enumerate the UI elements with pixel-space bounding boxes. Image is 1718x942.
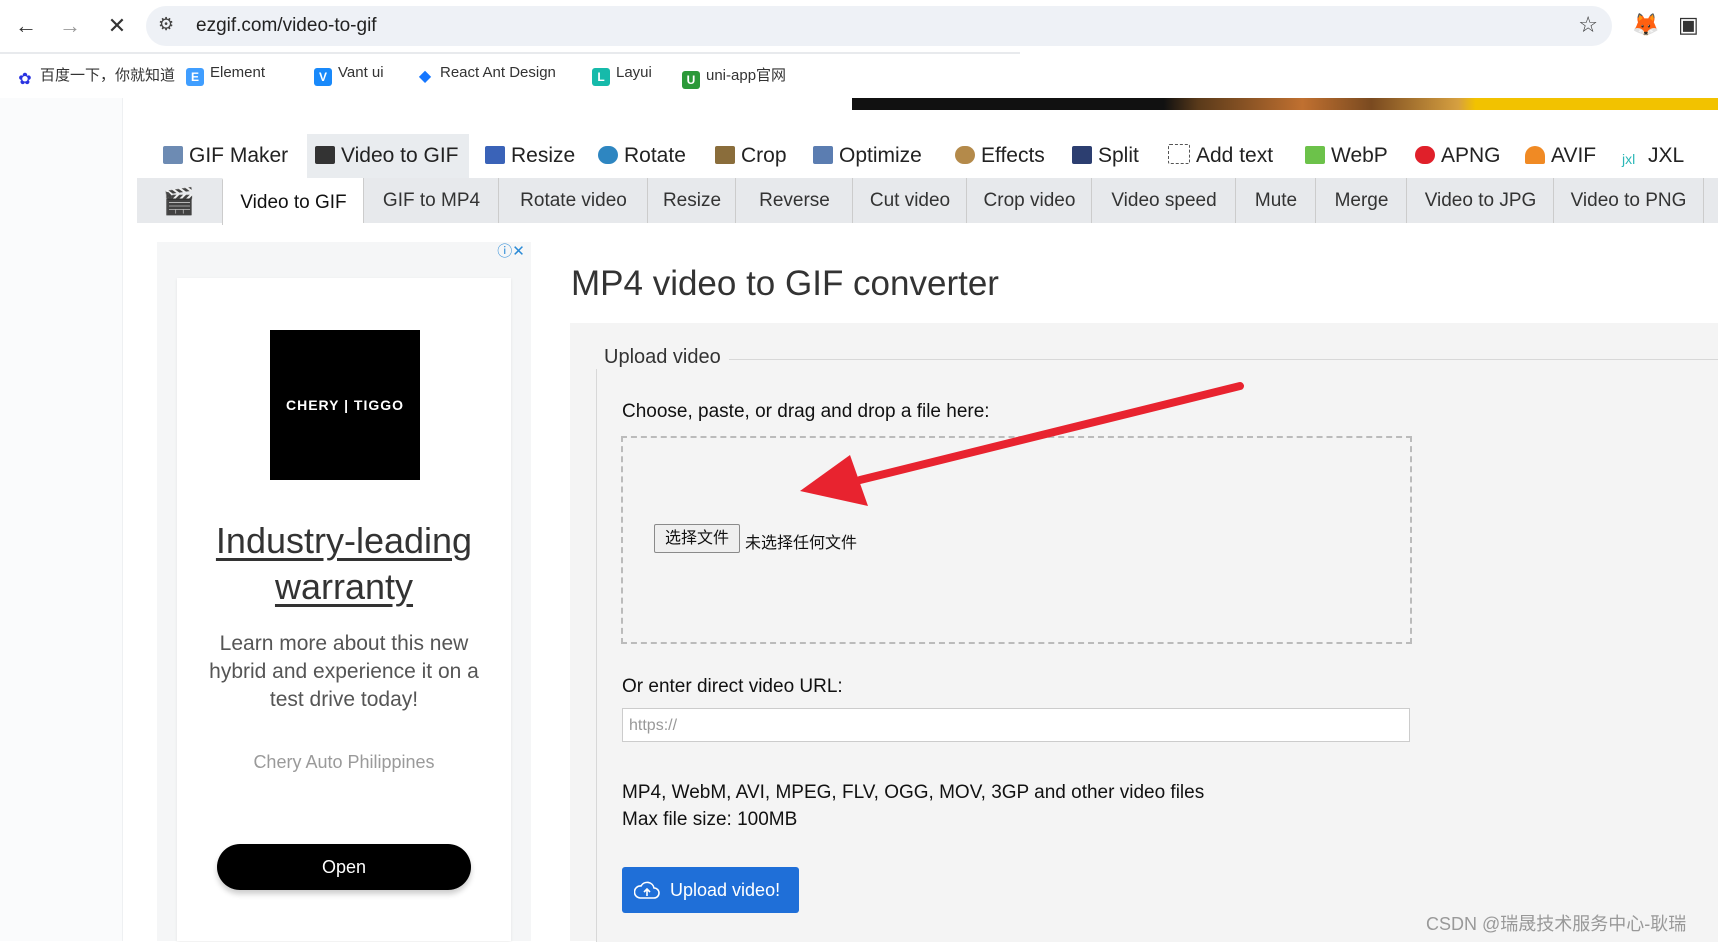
watermark: CSDN @瑞晟技术服务中心-耿瑞 [1426,914,1687,934]
annotation-arrow [800,382,1244,506]
